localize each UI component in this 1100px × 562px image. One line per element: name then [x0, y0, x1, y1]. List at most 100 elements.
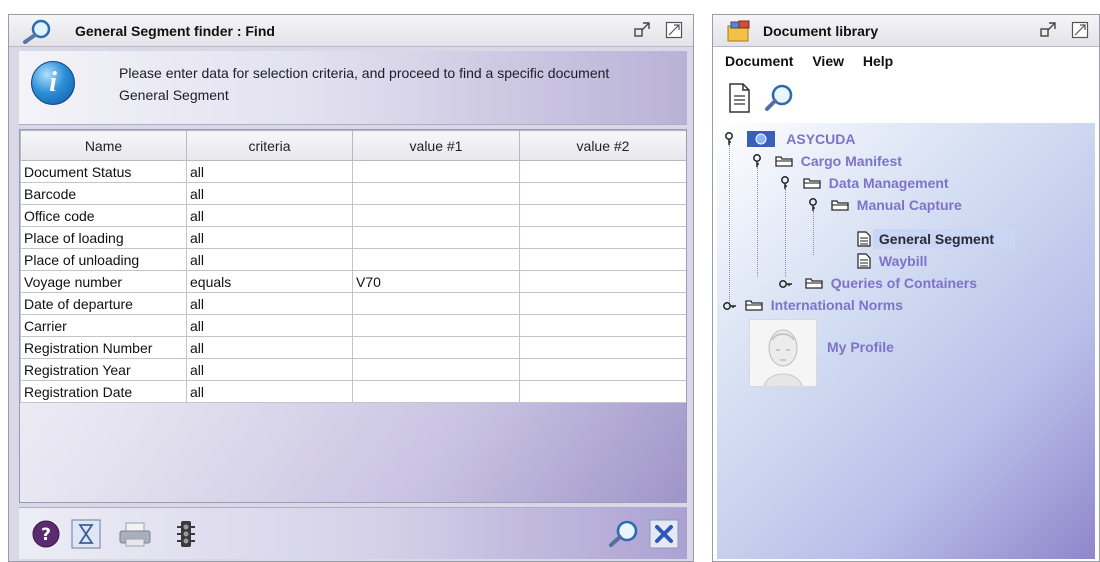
- menu-view[interactable]: View: [812, 53, 844, 69]
- tree-label: International Norms: [770, 297, 904, 313]
- row-value1[interactable]: [352, 336, 520, 359]
- row-value1[interactable]: [352, 380, 520, 403]
- maximize-icon[interactable]: [1071, 21, 1089, 39]
- row-value2[interactable]: [519, 358, 686, 381]
- new-document-icon[interactable]: [723, 81, 755, 115]
- row-criteria[interactable]: all: [186, 336, 353, 359]
- row-criteria[interactable]: all: [186, 314, 353, 337]
- tree-label: Waybill: [878, 253, 928, 269]
- table-row[interactable]: Office code all: [20, 204, 686, 227]
- tree-node-international-norms[interactable]: International Norms: [723, 297, 903, 313]
- row-value2[interactable]: [519, 204, 686, 227]
- row-value1[interactable]: [352, 226, 520, 249]
- close-icon[interactable]: [649, 519, 679, 549]
- row-criteria[interactable]: equals: [186, 270, 353, 293]
- help-icon[interactable]: ?: [31, 519, 61, 549]
- column-header-value2[interactable]: value #2: [519, 130, 686, 161]
- row-name: Document Status: [20, 160, 187, 183]
- tree-node-asycuda[interactable]: ASYCUDA: [723, 131, 856, 147]
- folder-open-icon: [803, 178, 821, 189]
- finder-bottom-toolbar: ?: [19, 507, 687, 559]
- table-row[interactable]: Registration Date all: [20, 380, 686, 403]
- search-icon[interactable]: [763, 81, 795, 115]
- row-criteria[interactable]: all: [186, 182, 353, 205]
- row-value1[interactable]: [352, 160, 520, 183]
- row-criteria[interactable]: all: [186, 160, 353, 183]
- row-criteria[interactable]: all: [186, 248, 353, 271]
- row-value2[interactable]: [519, 182, 686, 205]
- table-row[interactable]: Place of loading all: [20, 226, 686, 249]
- library-icon: [727, 20, 750, 42]
- menu-help[interactable]: Help: [863, 53, 893, 69]
- row-value1[interactable]: [352, 358, 520, 381]
- row-value1[interactable]: [352, 248, 520, 271]
- table-row[interactable]: Document Status all: [20, 160, 686, 183]
- print-icon[interactable]: [117, 519, 153, 549]
- find-icon[interactable]: [607, 519, 641, 549]
- svg-text:?: ?: [41, 525, 51, 545]
- maximize-icon[interactable]: [665, 21, 683, 39]
- finder-window: General Segment finder : Find i Please e…: [8, 14, 694, 562]
- row-value1[interactable]: [352, 204, 520, 227]
- tree-node-cargo-manifest[interactable]: Cargo Manifest: [751, 153, 902, 169]
- criteria-table: Name criteria value #1 value #2 Document…: [20, 130, 686, 403]
- table-row[interactable]: Place of unloading all: [20, 248, 686, 271]
- table-row[interactable]: Registration Year all: [20, 358, 686, 381]
- library-title-bar[interactable]: Document library: [713, 15, 1099, 47]
- tree-node-queries-of-containers[interactable]: Queries of Containers: [779, 275, 977, 291]
- row-criteria[interactable]: all: [186, 204, 353, 227]
- tree-node-general-segment[interactable]: General Segment: [857, 231, 994, 247]
- row-value2[interactable]: [519, 380, 686, 403]
- finder-title-bar[interactable]: General Segment finder : Find: [9, 15, 693, 47]
- expand-key-icon: [725, 132, 733, 145]
- row-value1[interactable]: V70: [352, 270, 520, 293]
- info-bar: i Please enter data for selection criter…: [19, 51, 687, 125]
- tree-node-manual-capture[interactable]: Manual Capture: [807, 197, 962, 213]
- profile-avatar[interactable]: [749, 319, 817, 387]
- hourglass-icon[interactable]: [71, 519, 101, 549]
- document-icon: [857, 231, 871, 247]
- traffic-light-icon[interactable]: [171, 519, 201, 549]
- row-name: Voyage number: [20, 270, 187, 293]
- row-value2[interactable]: [519, 314, 686, 337]
- table-row[interactable]: Carrier all: [20, 314, 686, 337]
- row-criteria[interactable]: all: [186, 226, 353, 249]
- detach-icon[interactable]: [1039, 21, 1057, 39]
- tree-label: Manual Capture: [856, 197, 962, 213]
- collapsed-key-icon: [779, 280, 792, 288]
- row-criteria[interactable]: all: [186, 358, 353, 381]
- row-value2[interactable]: [519, 270, 686, 293]
- column-header-name[interactable]: Name: [20, 130, 187, 161]
- table-row[interactable]: Registration Number all: [20, 336, 686, 359]
- tree-line: [813, 211, 814, 255]
- row-value1[interactable]: [352, 292, 520, 315]
- tree-node-waybill[interactable]: Waybill: [857, 253, 927, 269]
- table-row[interactable]: Barcode all: [20, 182, 686, 205]
- row-value2[interactable]: [519, 160, 686, 183]
- expand-key-icon: [753, 154, 761, 167]
- column-header-criteria[interactable]: criteria: [186, 130, 353, 161]
- tree-node-my-profile[interactable]: My Profile: [827, 339, 894, 355]
- folder-icon: [805, 278, 823, 289]
- row-criteria[interactable]: all: [186, 380, 353, 403]
- row-value2[interactable]: [519, 226, 686, 249]
- row-value2[interactable]: [519, 336, 686, 359]
- detach-icon[interactable]: [633, 21, 651, 39]
- table-row[interactable]: Voyage number equals V70: [20, 270, 686, 293]
- row-value2[interactable]: [519, 248, 686, 271]
- row-value2[interactable]: [519, 292, 686, 315]
- column-header-value1[interactable]: value #1: [352, 130, 520, 161]
- document-library-window: Document library Document View Help ASYC…: [712, 14, 1100, 562]
- menu-document[interactable]: Document: [725, 53, 793, 69]
- table-row[interactable]: Date of departure all: [20, 292, 686, 315]
- row-value1[interactable]: [352, 182, 520, 205]
- tree-line: [757, 167, 758, 277]
- row-name: Place of unloading: [20, 248, 187, 271]
- row-value1[interactable]: [352, 314, 520, 337]
- row-criteria[interactable]: all: [186, 292, 353, 315]
- tree-node-data-management[interactable]: Data Management: [779, 175, 949, 191]
- row-name: Barcode: [20, 182, 187, 205]
- tree-label: My Profile: [827, 339, 894, 355]
- row-name: Date of departure: [20, 292, 187, 315]
- tree-label: Cargo Manifest: [800, 153, 902, 169]
